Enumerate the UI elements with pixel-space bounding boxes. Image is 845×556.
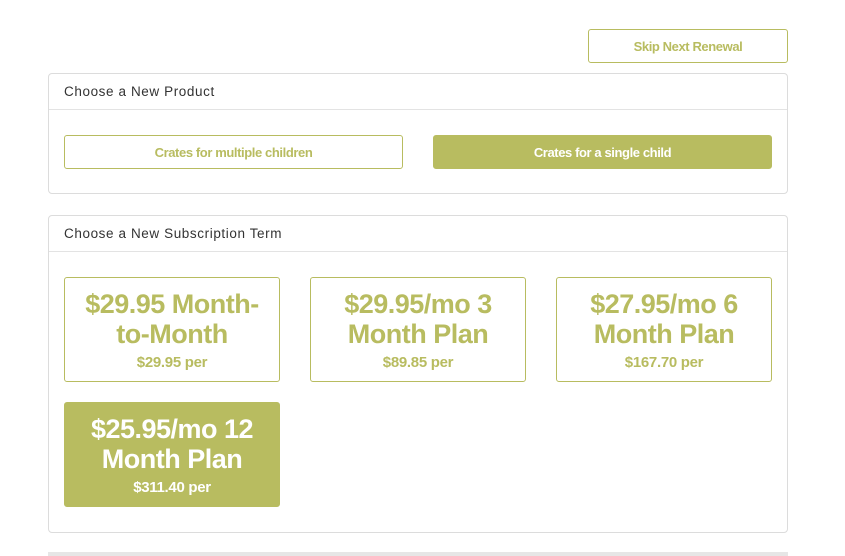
choose-product-panel: Choose a New Product Crates for multiple… (48, 73, 788, 194)
choose-term-heading: Choose a New Subscription Term (49, 216, 787, 252)
single-child-button[interactable]: Crates for a single child (433, 135, 772, 169)
plan-price: $29.95 per (136, 353, 208, 371)
plan-title: $29.95 Month-to-Month (85, 288, 259, 349)
plan-6-month[interactable]: $27.95/mo 6 Month Plan $167.70 per (556, 277, 772, 382)
plan-title: $29.95/mo 3 Month Plan (344, 288, 492, 349)
bottom-divider (48, 552, 788, 556)
plan-3-month[interactable]: $29.95/mo 3 Month Plan $89.85 per (310, 277, 526, 382)
choose-product-heading: Choose a New Product (49, 74, 787, 110)
plan-title: $25.95/mo 12 Month Plan (90, 413, 254, 474)
plan-12-month[interactable]: $25.95/mo 12 Month Plan $311.40 per (64, 402, 280, 507)
choose-term-panel: Choose a New Subscription Term $29.95 Mo… (48, 215, 788, 533)
skip-next-renewal-button[interactable]: Skip Next Renewal (588, 29, 788, 63)
plan-price: $89.85 per (382, 353, 454, 371)
multiple-children-button[interactable]: Crates for multiple children (64, 135, 403, 169)
plan-month-to-month[interactable]: $29.95 Month-to-Month $29.95 per (64, 277, 280, 382)
plan-price: $167.70 per (624, 353, 704, 371)
plan-title: $27.95/mo 6 Month Plan (590, 288, 738, 349)
plan-price: $311.40 per (133, 478, 211, 496)
